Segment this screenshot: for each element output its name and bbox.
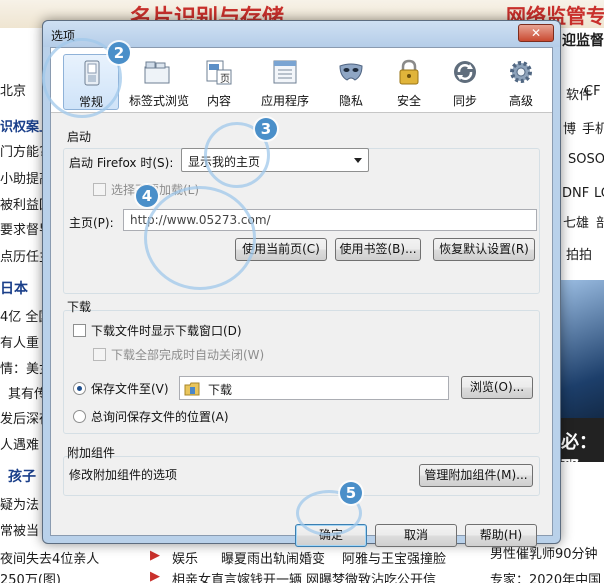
bg-bullet: ▶ bbox=[150, 569, 160, 583]
tabs-icon bbox=[144, 61, 170, 84]
tab-label: 高级 bbox=[508, 94, 533, 108]
addons-description: 修改附加组件的选项 bbox=[69, 468, 178, 482]
tab-content[interactable]: 页 内容 bbox=[191, 54, 247, 110]
bg-right-line: 七雄 bbox=[563, 216, 590, 231]
restore-default-button[interactable]: 恢复默认设置(R) bbox=[433, 238, 535, 261]
applications-icon bbox=[273, 60, 297, 84]
addons-group-label: 附加组件 bbox=[67, 446, 116, 460]
bg-left-line: 人遇难 bbox=[0, 438, 40, 453]
tab-label: 标签式浏览 bbox=[129, 94, 190, 108]
manage-addons-button[interactable]: 管理附加组件(M)... bbox=[419, 464, 533, 487]
content-page-icon: 页 bbox=[206, 60, 232, 85]
tab-label: 应用程序 bbox=[260, 94, 309, 108]
mask-icon bbox=[339, 63, 363, 81]
svg-text:页: 页 bbox=[220, 73, 230, 85]
save-to-radio[interactable] bbox=[73, 382, 86, 395]
always-ask-label: 总询问保存文件的位置(A) bbox=[91, 410, 229, 424]
save-to-label: 保存文件至(V) bbox=[91, 382, 169, 396]
bg-bottom-item: 相亲女直言嫁钱开一辆 bbox=[172, 573, 303, 583]
background-dark-banner: 必：那 bbox=[555, 418, 604, 479]
tab-sync[interactable]: 同步 bbox=[437, 54, 493, 110]
bg-left-line: 夜间失去4位亲人 bbox=[0, 552, 100, 567]
highlight-ring bbox=[144, 186, 256, 290]
close-button[interactable]: ✕ bbox=[518, 24, 554, 42]
step-marker: 5 bbox=[340, 482, 362, 504]
bg-bottom-item: 娱乐 bbox=[172, 552, 199, 567]
close-when-done-checkbox[interactable] bbox=[93, 348, 106, 361]
banner-right-sub: 迎监督 bbox=[562, 33, 604, 49]
always-ask-radio[interactable] bbox=[73, 410, 86, 423]
bg-left-line: 日本 bbox=[0, 281, 28, 297]
tab-security[interactable]: 安全 bbox=[381, 54, 437, 110]
bg-left-line: 门方能? bbox=[0, 145, 46, 160]
download-folder-value: 下载 bbox=[208, 383, 233, 397]
bg-bottom-item: 阿雅与王宝强撞脸 bbox=[342, 552, 447, 567]
step-marker: 3 bbox=[255, 118, 277, 140]
tab-label: 同步 bbox=[452, 94, 477, 108]
bg-right-line: 手机 bbox=[582, 122, 604, 137]
tab-label: 内容 bbox=[206, 94, 231, 108]
show-download-window-checkbox[interactable] bbox=[73, 324, 86, 337]
tab-advanced[interactable]: 高级 bbox=[493, 54, 549, 110]
tab-tabbed-browsing[interactable]: 标签式浏览 bbox=[129, 54, 190, 110]
bg-left-line: 常被当 bbox=[0, 524, 40, 539]
close-when-done-label: 下载全部完成时自动关闭(W) bbox=[111, 348, 265, 362]
gear-icon bbox=[510, 61, 532, 83]
bg-right-line: DNF bbox=[562, 186, 590, 201]
bg-bullet: ▶ bbox=[150, 548, 160, 563]
tab-label: 隐私 bbox=[338, 94, 363, 108]
bg-left-line: 有人重 bbox=[0, 336, 40, 351]
chevron-down-icon bbox=[354, 158, 362, 163]
bg-bottom-item: 曝夏雨出轨闹婚变 bbox=[221, 552, 326, 567]
use-bookmark-button[interactable]: 使用书签(B)... bbox=[335, 238, 421, 261]
sync-icon bbox=[454, 61, 476, 83]
bg-bottom-item: 专家：2020年中国 bbox=[490, 573, 602, 583]
bg-right-line: 拍拍 bbox=[566, 248, 593, 263]
folder-icon bbox=[184, 382, 200, 396]
options-dialog: 选项 ✕ 常规 标签式浏览 页 内容 应用程序 隐私 安全 同步 高级 启动 启… bbox=[42, 20, 561, 547]
show-download-window-label: 下载文件时显示下载窗口(D) bbox=[91, 324, 242, 338]
bg-right-line: CF bbox=[584, 84, 601, 99]
home-page-label: 主页(P): bbox=[69, 216, 114, 230]
cancel-button[interactable]: 取消 bbox=[375, 524, 457, 547]
tab-applications[interactable]: 应用程序 bbox=[257, 54, 313, 110]
dialog-client: 常规 标签式浏览 页 内容 应用程序 隐私 安全 同步 高级 启动 启动 Fir… bbox=[50, 47, 553, 547]
bg-right-line: 部 bbox=[596, 216, 604, 231]
startup-group-label: 启动 bbox=[67, 130, 92, 144]
step-marker: 4 bbox=[136, 185, 158, 207]
step-marker: 2 bbox=[108, 42, 130, 64]
bg-right-line: SOSO bbox=[568, 152, 604, 167]
no-reload-checkbox[interactable] bbox=[93, 183, 106, 196]
bg-right-line: LO bbox=[594, 186, 604, 201]
browse-button[interactable]: 浏览(O)... bbox=[461, 376, 533, 399]
help-button[interactable]: 帮助(H) bbox=[465, 524, 537, 547]
download-folder-field[interactable]: 下载 bbox=[179, 376, 449, 400]
bg-left-line: 疑为法 bbox=[0, 498, 40, 513]
tab-label: 安全 bbox=[396, 94, 421, 108]
padlock-icon bbox=[399, 59, 419, 85]
bg-left-line: 孩子 bbox=[8, 469, 36, 485]
bg-right-line: 博 bbox=[563, 122, 577, 137]
startup-when-label: 启动 Firefox 时(S): bbox=[69, 156, 174, 170]
bg-left-line: 北京 bbox=[0, 84, 27, 99]
tab-privacy[interactable]: 隐私 bbox=[323, 54, 379, 110]
downloads-group-label: 下载 bbox=[67, 300, 92, 314]
bg-left-line: 250万(图) bbox=[0, 573, 61, 583]
bg-bottom-item: 网曝梦微致沾吃公开信 bbox=[306, 573, 437, 583]
